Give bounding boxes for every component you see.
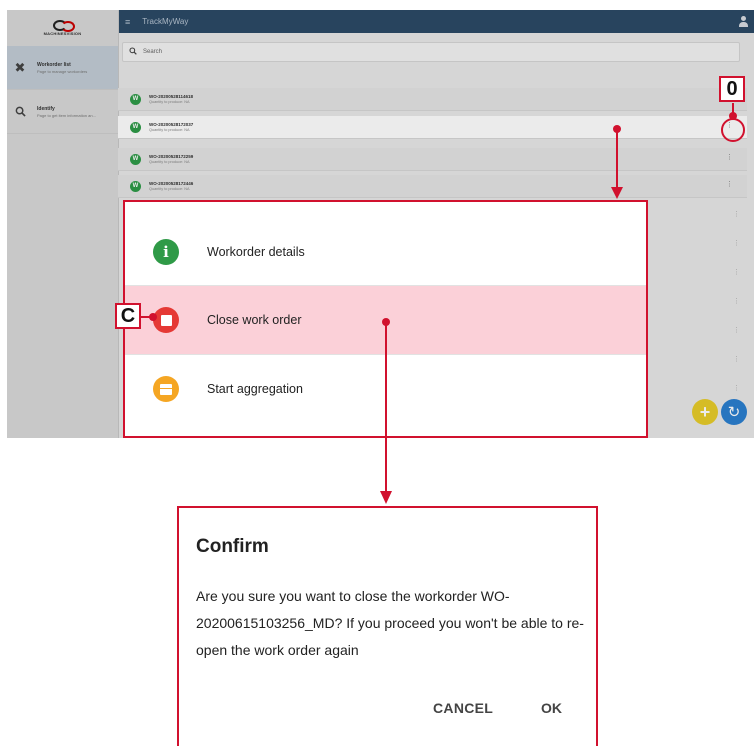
tools-icon: ✖ [14, 59, 26, 75]
search-input[interactable]: Search [122, 42, 740, 62]
avatar: W [130, 93, 141, 105]
search-icon [13, 105, 27, 119]
workorder-subtitle: Quantity to produce: NA [149, 100, 190, 104]
more-vert-icon[interactable]: ⋮ [733, 268, 740, 276]
sidebar-item-subtitle: Page to manage workorders [37, 68, 88, 74]
action-label: Start aggregation [207, 382, 303, 396]
user-icon[interactable] [739, 16, 748, 27]
more-vert-icon[interactable]: ⋮ [733, 355, 740, 363]
workorder-id: WO-20200528172259 [149, 154, 194, 159]
search-placeholder: Search [143, 49, 163, 55]
app-header: ≡ TrackMyWay [119, 10, 754, 33]
workorder-row[interactable]: W WO-20200528172259 Quantity to produce:… [118, 148, 747, 171]
add-fab-button[interactable]: + [692, 399, 718, 425]
sidebar-item-subtitle: Page to get item information an... [37, 112, 96, 118]
sidebar-item-identify[interactable]: Identify Page to get item information an… [7, 90, 118, 134]
step-label-0: 0 [719, 76, 745, 102]
workorder-subtitle: Quantity to produce: NA [149, 128, 190, 132]
workorder-subtitle: Quantity to produce: NA [149, 160, 190, 164]
stop-icon [153, 307, 179, 333]
workorder-row[interactable]: W WO-20200528172446 Quantity to produce:… [118, 175, 747, 198]
more-vert-icon[interactable]: ⋮ [733, 297, 740, 305]
more-vert-icon[interactable]: ⋮ [733, 239, 740, 247]
action-label: Close work order [207, 313, 302, 327]
box-icon [153, 376, 179, 402]
more-vert-icon[interactable]: ⋮ [726, 122, 733, 129]
more-vert-icon[interactable]: ⋮ [726, 181, 733, 188]
avatar: W [130, 121, 141, 133]
workorder-row-selected[interactable]: W WO-20200528172037 Quantity to produce:… [118, 116, 747, 139]
sidebar-item-workorder-list[interactable]: ✖ Workorder list Page to manage workorde… [7, 46, 118, 90]
refresh-fab-button[interactable]: ↻ [721, 399, 747, 425]
logo: MACHINESVISION [7, 10, 118, 46]
workorder-subtitle: Quantity to produce: NA [149, 187, 190, 191]
action-close-work-order[interactable]: Close work order [125, 286, 646, 354]
avatar: W [130, 180, 141, 192]
workorder-id: WO-20200528114618 [149, 94, 194, 99]
sidebar-item-title: Identify [37, 105, 55, 112]
workorder-id: WO-20200528172037 [149, 122, 194, 127]
arrow-head [380, 491, 392, 504]
hamburger-menu-icon[interactable]: ≡ [125, 17, 130, 27]
cancel-button[interactable]: CANCEL [433, 700, 493, 716]
search-icon [129, 47, 137, 57]
action-start-aggregation[interactable]: Start aggregation [125, 355, 646, 423]
app-title: TrackMyWay [142, 17, 189, 26]
more-vert-icon[interactable]: ⋮ [726, 154, 733, 161]
confirm-dialog: Confirm Are you sure you want to close t… [177, 506, 598, 746]
workorder-id: WO-20200528172446 [149, 181, 194, 186]
info-icon: i [153, 239, 179, 265]
step-label-c: C [115, 303, 141, 329]
dialog-title: Confirm [196, 536, 269, 557]
sidebar: MACHINESVISION ✖ Workorder list Page to … [7, 10, 119, 438]
more-vert-icon[interactable]: ⋮ [733, 326, 740, 334]
more-vert-icon[interactable]: ⋮ [733, 384, 740, 392]
sidebar-item-title: Workorder list [37, 61, 71, 68]
action-workorder-details[interactable]: i Workorder details [125, 218, 646, 286]
workorder-row[interactable]: W WO-20200528114618 Quantity to produce:… [118, 88, 747, 111]
avatar: W [130, 153, 141, 165]
logo-text: MACHINESVISION [43, 31, 82, 36]
action-label: Workorder details [207, 245, 305, 259]
ok-button[interactable]: OK [541, 700, 562, 716]
action-sheet: i Workorder details Close work order Sta… [123, 200, 648, 438]
logo-mark-icon [52, 20, 75, 32]
more-vert-icon[interactable]: ⋮ [733, 210, 740, 218]
dialog-message: Are you sure you want to close the worko… [196, 588, 584, 658]
